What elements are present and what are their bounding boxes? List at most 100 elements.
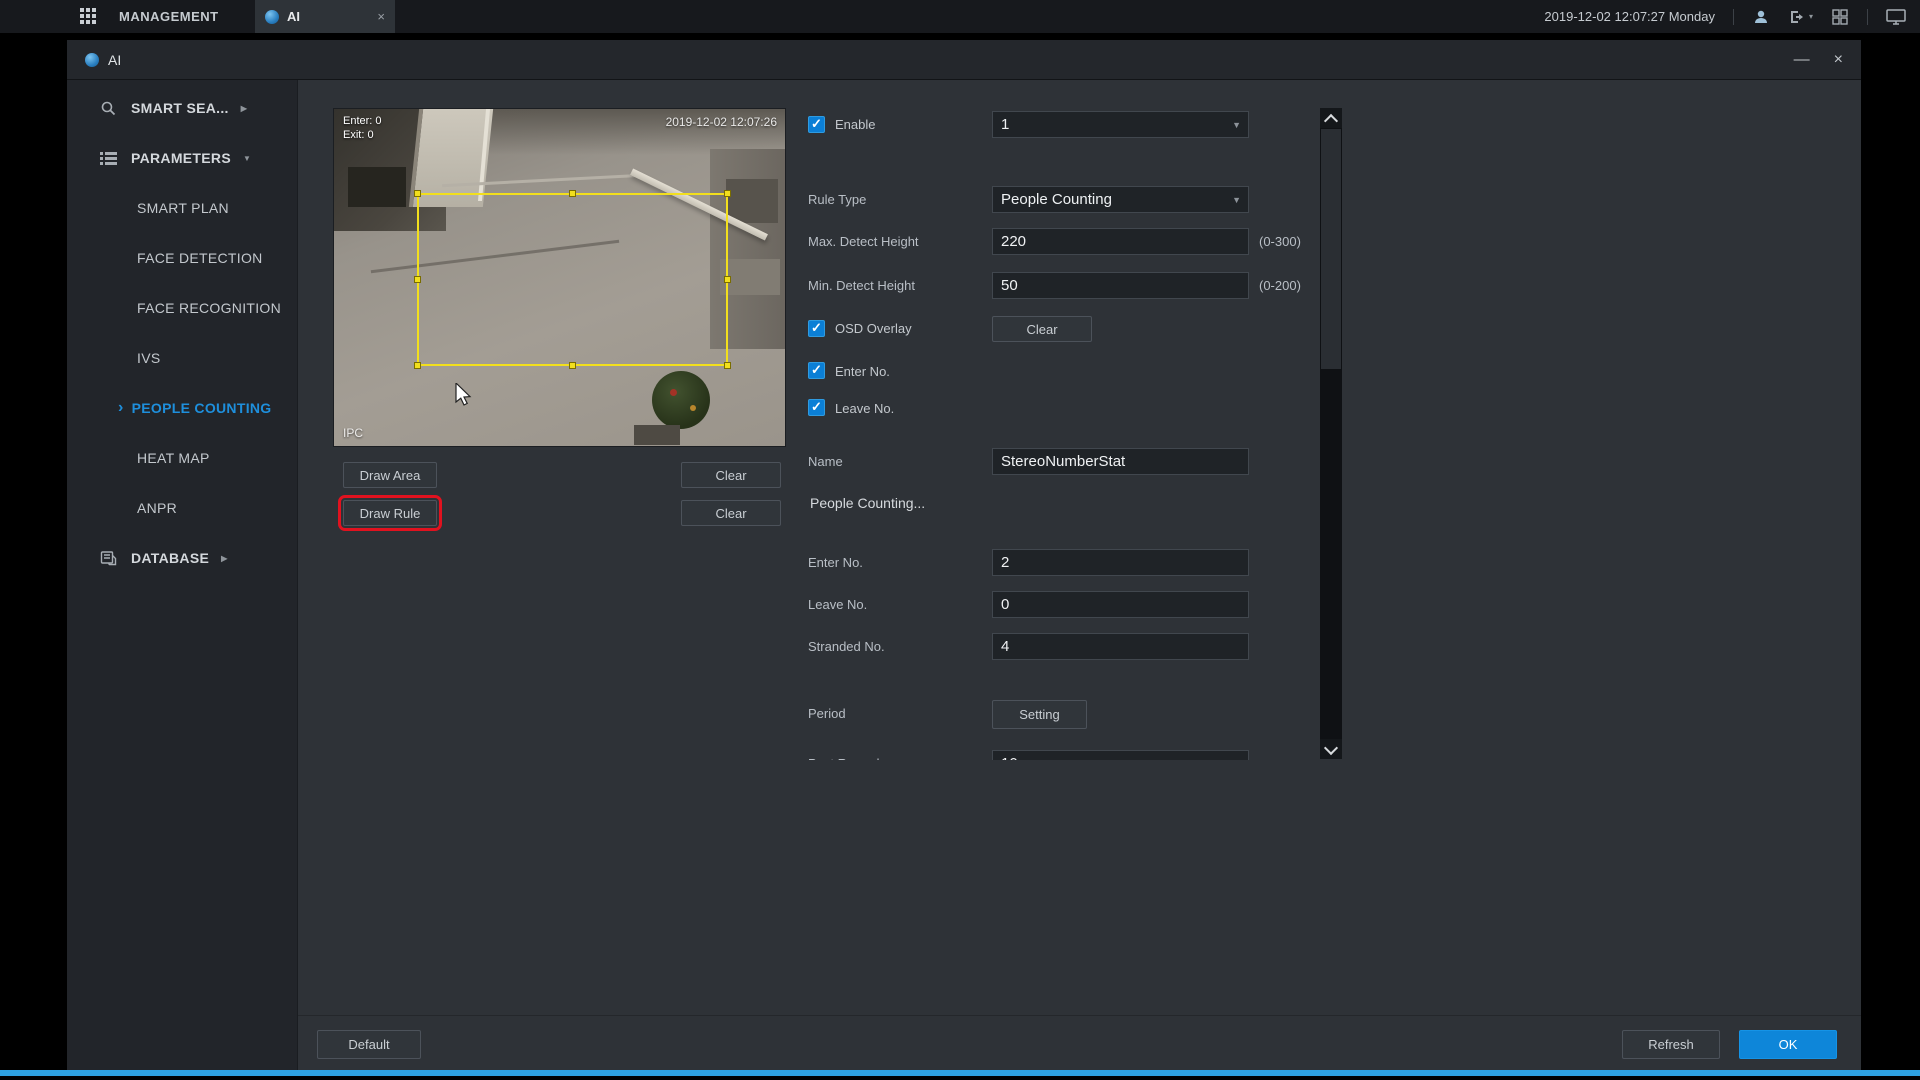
default-button[interactable]: Default: [317, 1030, 421, 1059]
display-monitor-icon[interactable]: [1886, 8, 1906, 26]
rect-handle[interactable]: [724, 362, 731, 369]
close-icon[interactable]: ×: [1834, 52, 1843, 68]
clear-area-button[interactable]: Clear: [681, 462, 781, 488]
sidebar-item-people-counting[interactable]: › PEOPLE COUNTING: [67, 383, 297, 433]
ai-app-icon: [265, 10, 279, 24]
period-label: Period: [808, 700, 846, 727]
leave-no-row: Leave No.: [798, 591, 1318, 618]
max-detect-height-input[interactable]: [992, 228, 1249, 255]
sidebar-group-parameters[interactable]: PARAMETERS ▼: [67, 133, 297, 183]
enter-no-input[interactable]: [992, 549, 1249, 576]
sidebar-group-smart-search[interactable]: SMART SEA... ▶: [67, 83, 297, 133]
sidebar-item-smart-plan[interactable]: SMART PLAN: [67, 183, 297, 233]
draw-area-button[interactable]: Draw Area: [343, 462, 437, 488]
sidebar-group-database[interactable]: DATABASE ▶: [67, 533, 297, 583]
rule-type-row: Rule Type People Counting: [798, 186, 1318, 213]
max-detect-height-hint: (0-300): [1259, 228, 1301, 255]
rect-handle[interactable]: [724, 190, 731, 197]
footer-bar: Default Refresh OK: [298, 1015, 1861, 1070]
divider: [1733, 9, 1734, 25]
settings-form: Enable 1 Rule Type People Counting Max. …: [798, 100, 1318, 760]
screen-layout-icon[interactable]: [1831, 8, 1849, 26]
clear-rule-button[interactable]: Clear: [681, 500, 781, 526]
channel-select[interactable]: 1: [992, 111, 1249, 138]
osd-overlay-row: OSD Overlay Clear: [798, 316, 1318, 343]
counting-area-rect[interactable]: [417, 193, 728, 366]
enter-count-overlay: Enter: 0: [343, 115, 382, 127]
sidebar: SMART SEA... ▶ PARAMETERS ▼ SMART PLAN F…: [67, 80, 298, 1070]
refresh-button[interactable]: Refresh: [1622, 1030, 1720, 1059]
sidebar-item-label: PEOPLE COUNTING: [132, 400, 272, 416]
scene-shape: [726, 179, 778, 223]
scene-shape: [634, 425, 680, 445]
ok-button[interactable]: OK: [1739, 1030, 1837, 1059]
logout-icon[interactable]: ▾: [1788, 8, 1813, 26]
name-label: Name: [808, 448, 843, 475]
rect-handle[interactable]: [414, 190, 421, 197]
chevron-down-icon: ▾: [1809, 12, 1813, 21]
collapse-arrow-icon: ▼: [243, 154, 251, 163]
sidebar-item-heat-map[interactable]: HEAT MAP: [67, 433, 297, 483]
stranded-no-row: Stranded No.: [798, 633, 1318, 660]
sidebar-item-label: FACE DETECTION: [137, 250, 263, 266]
system-datetime: 2019-12-02 12:07:27 Monday: [1544, 9, 1715, 24]
video-preview[interactable]: Enter: 0 Exit: 0 2019-12-02 12:07:26 IPC: [333, 108, 786, 447]
record-input[interactable]: [992, 750, 1249, 760]
rect-handle[interactable]: [414, 276, 421, 283]
window-titlebar: AI — ×: [67, 40, 1861, 80]
sidebar-item-face-detection[interactable]: FACE DETECTION: [67, 233, 297, 283]
max-detect-height-label: Max. Detect Height: [808, 228, 919, 255]
tab-close-icon[interactable]: ×: [377, 9, 385, 24]
sidebar-item-face-recognition[interactable]: FACE RECOGNITION: [67, 283, 297, 333]
enable-checkbox[interactable]: [808, 116, 825, 133]
leave-no-check-row: Leave No.: [798, 399, 1318, 419]
record-row: Post Record s: [798, 750, 1318, 760]
rect-handle[interactable]: [569, 362, 576, 369]
min-detect-height-hint: (0-200): [1259, 272, 1301, 299]
enable-row: Enable 1: [798, 111, 1318, 138]
name-input[interactable]: [992, 448, 1249, 475]
draw-rule-button[interactable]: Draw Rule: [343, 500, 437, 526]
window-title: AI: [108, 52, 121, 68]
sidebar-group-label: PARAMETERS: [131, 150, 231, 166]
top-taskbar: MANAGEMENT AI × 2019-12-02 12:07:27 Mond…: [0, 0, 1920, 33]
rule-type-label: Rule Type: [808, 186, 866, 213]
ai-window: AI — × SMART SEA... ▶ PARAMETERS: [67, 40, 1861, 1070]
scrollbar-thumb[interactable]: [1321, 129, 1341, 369]
sidebar-item-label: ANPR: [137, 500, 177, 516]
apps-grid-icon[interactable]: [80, 8, 97, 30]
sidebar-item-label: HEAT MAP: [137, 450, 210, 466]
ai-window-icon: [85, 53, 99, 67]
mouse-cursor: [454, 383, 476, 407]
scroll-down-icon[interactable]: [1320, 739, 1342, 759]
stranded-no-label: Stranded No.: [808, 633, 885, 660]
osd-overlay-checkbox[interactable]: [808, 320, 825, 337]
sidebar-group-label: DATABASE: [131, 550, 209, 566]
leave-no-checkbox[interactable]: [808, 399, 825, 416]
ai-tab-label: AI: [287, 9, 300, 24]
minimize-icon[interactable]: —: [1794, 52, 1810, 68]
form-scrollbar[interactable]: [1320, 108, 1342, 759]
osd-clear-button[interactable]: Clear: [992, 316, 1092, 342]
rule-type-select[interactable]: People Counting: [992, 186, 1249, 213]
enter-no-checkbox[interactable]: [808, 362, 825, 379]
leave-no-input[interactable]: [992, 591, 1249, 618]
scroll-up-icon[interactable]: [1320, 108, 1342, 128]
stranded-no-input[interactable]: [992, 633, 1249, 660]
rect-handle[interactable]: [569, 190, 576, 197]
rect-handle[interactable]: [414, 362, 421, 369]
min-detect-height-input[interactable]: [992, 272, 1249, 299]
min-detect-height-row: Min. Detect Height (0-200): [798, 272, 1318, 299]
user-account-icon[interactable]: [1752, 8, 1770, 26]
sidebar-item-ivs[interactable]: IVS: [67, 333, 297, 383]
database-icon: [100, 550, 117, 567]
expand-arrow-icon: ▶: [241, 104, 247, 113]
sidebar-item-label: FACE RECOGNITION: [137, 300, 281, 316]
sidebar-item-label: SMART PLAN: [137, 200, 229, 216]
ai-taskbar-tab[interactable]: AI ×: [255, 0, 395, 33]
period-setting-button[interactable]: Setting: [992, 700, 1087, 729]
leave-no-check-label: Leave No.: [835, 399, 894, 418]
sidebar-item-anpr[interactable]: ANPR: [67, 483, 297, 533]
management-menu[interactable]: MANAGEMENT: [119, 0, 219, 33]
rect-handle[interactable]: [724, 276, 731, 283]
